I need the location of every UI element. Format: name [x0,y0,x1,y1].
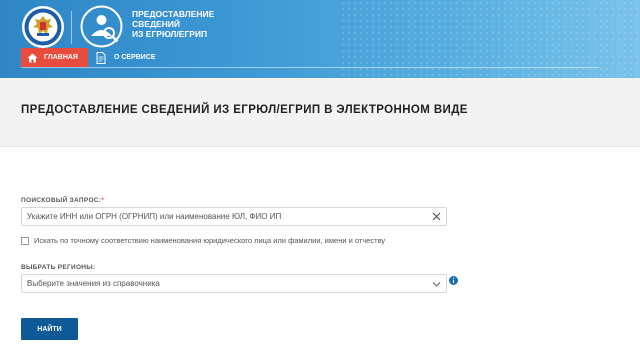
service-title: ПРЕДОСТАВЛЕНИЕ СВЕДЕНИЙ ИЗ ЕГРЮЛ/ЕГРИП [132,9,252,39]
region-select[interactable]: Выберите значения из справочника [21,274,447,293]
nav-home-label: ГЛАВНАЯ [44,54,78,61]
header-divider [71,11,72,44]
search-placeholder: Укажите ИНН или ОГРН (ОГРНИП) или наимен… [27,212,282,221]
info-icon[interactable] [449,276,458,285]
fns-emblem-icon[interactable] [21,5,65,49]
document-icon [96,51,106,64]
service-title-line-3: ИЗ ЕГРЮЛ/ЕГРИП [132,29,208,39]
search-button[interactable]: НАЙТИ [21,318,78,340]
region-placeholder: Выберите значения из справочника [27,279,160,288]
nav-item-home[interactable]: ГЛАВНАЯ [21,48,88,67]
exact-match-checkbox[interactable] [21,236,29,245]
nav-underline [21,67,599,68]
search-label: ПОИСКОВЫЙ ЗАПРОС:* [21,197,104,204]
nav-item-about[interactable]: О СЕРВИСЕ [88,48,156,67]
main-nav: ГЛАВНАЯ О СЕРВИСЕ [21,48,156,67]
home-icon [27,53,38,62]
service-title-line-1: ПРЕДОСТАВЛЕНИЕ [132,9,215,19]
search-label-text: ПОИСКОВЫЙ ЗАПРОС: [21,197,102,204]
region-label: ВЫБРАТЬ РЕГИОНЫ: [21,264,96,271]
nav-about-label: О СЕРВИСЕ [113,54,156,61]
page-title: ПРЕДОСТАВЛЕНИЕ СВЕДЕНИЙ ИЗ ЕГРЮЛ/ЕГРИП В… [21,104,468,116]
chevron-down-icon[interactable] [432,280,441,288]
clear-icon[interactable] [432,212,441,221]
exact-match-label[interactable]: Искать по точному соответствию наименова… [34,236,385,245]
site-header: ПРЕДОСТАВЛЕНИЕ СВЕДЕНИЙ ИЗ ЕГРЮЛ/ЕГРИП Г… [0,0,640,78]
service-logo-icon[interactable] [79,4,124,49]
service-title-line-2: СВЕДЕНИЙ [132,19,181,29]
search-input[interactable]: Укажите ИНН или ОГРН (ОГРНИП) или наимен… [21,207,447,226]
exact-match-option[interactable]: Искать по точному соответствию наименова… [21,236,385,245]
required-mark: * [101,197,105,204]
